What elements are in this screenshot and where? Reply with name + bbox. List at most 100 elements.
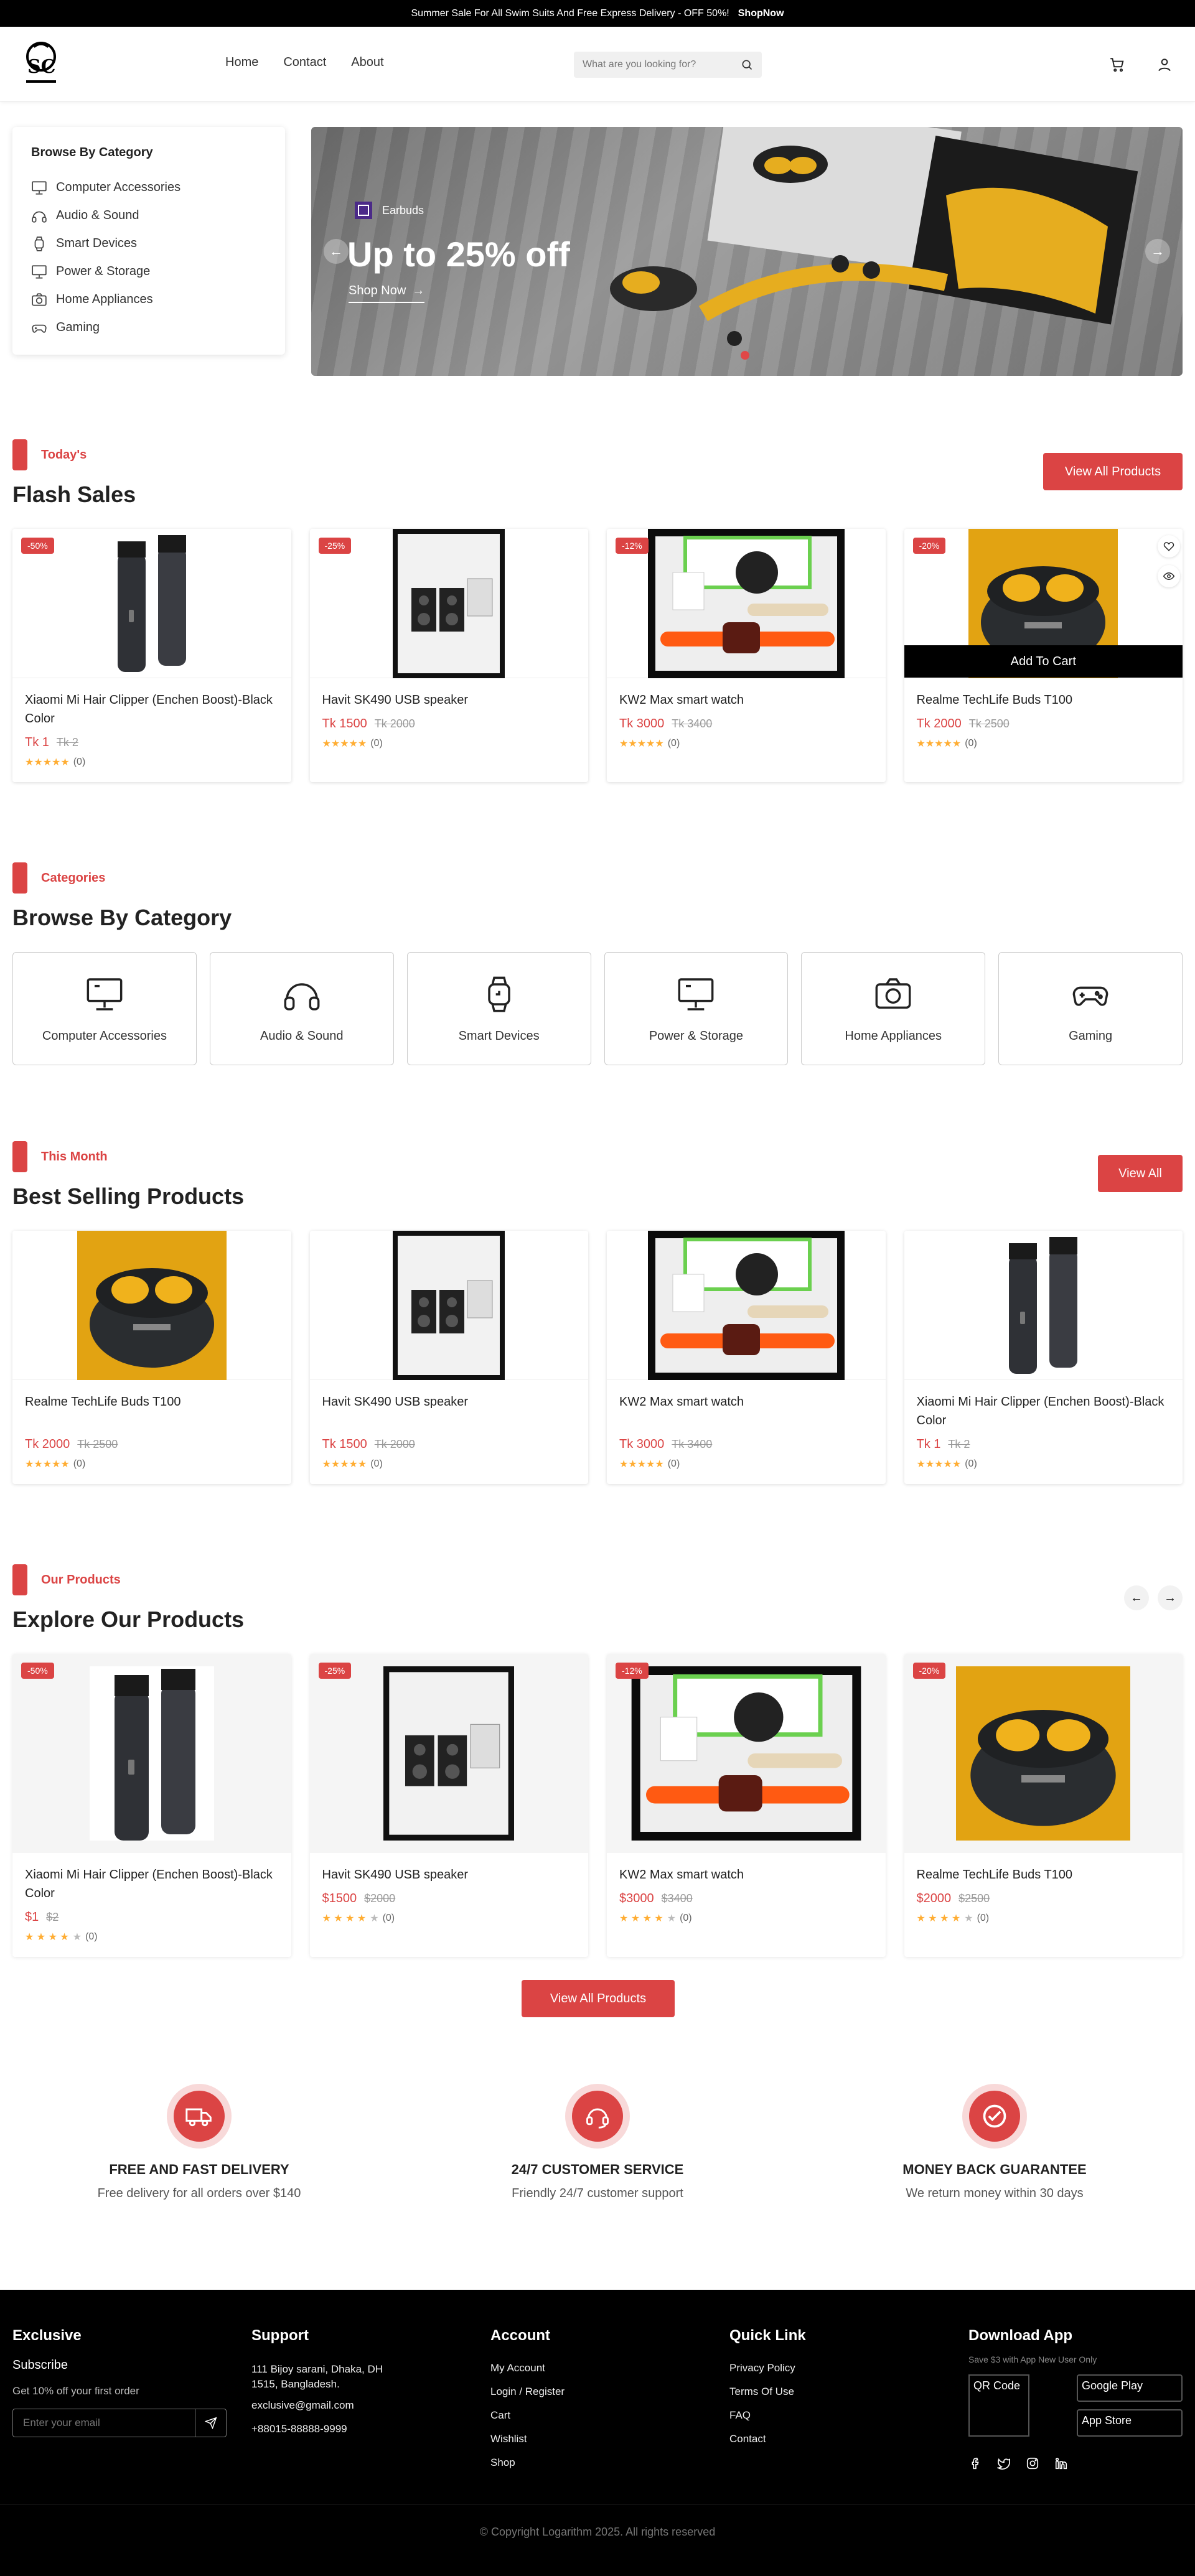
footer-link-contact[interactable]: Contact	[729, 2433, 806, 2445]
sidebar-item-computer[interactable]: Computer Accessories	[31, 174, 266, 202]
product-card[interactable]: -12% KW2 Max smart watch Tk 3000 Tk 3400 …	[607, 529, 886, 782]
headphones-icon	[284, 982, 320, 1010]
rating-count: (0)	[85, 1931, 98, 1942]
arrow-left-icon: ←	[329, 243, 343, 259]
nav-about[interactable]: About	[351, 55, 383, 70]
product-name[interactable]: Xiaomi Mi Hair Clipper (Enchen Boost)-Bl…	[25, 1865, 279, 1903]
shop-now-link[interactable]: ShopNow	[738, 8, 784, 19]
product-name[interactable]: KW2 Max smart watch	[619, 691, 873, 709]
search-input[interactable]	[583, 59, 732, 70]
category-card-smart[interactable]: Smart Devices	[406, 952, 591, 1065]
next-button[interactable]: →	[1158, 1585, 1183, 1610]
product-card[interactable]: Havit SK490 USB speaker Tk 1500 Tk 2000 ★…	[309, 1231, 588, 1484]
product-old-price: Tk 2	[56, 736, 78, 749]
feature-support: 24/7 CUSTOMER SERVICE Friendly 24/7 cust…	[411, 2091, 784, 2201]
product-card[interactable]: KW2 Max smart watch Tk 3000 Tk 3400 ★★★★★…	[607, 1231, 886, 1484]
shop-now-button[interactable]: Shop Now →	[349, 284, 425, 303]
email-input[interactable]	[23, 2417, 191, 2429]
rating-count: (0)	[370, 1458, 383, 1469]
product-price: Tk 1	[916, 1437, 941, 1451]
logo[interactable]: SC	[22, 40, 60, 86]
explore-title: Explore Our Products	[12, 1607, 245, 1632]
banner-prev-button[interactable]: ←	[324, 239, 349, 264]
site-footer: Exclusive Subscribe Get 10% off your fir…	[0, 2290, 1195, 2576]
category-card-power[interactable]: Power & Storage	[604, 952, 789, 1065]
product-card[interactable]: -50% Xiaomi Mi Hair Clipper (Enchen Boos…	[12, 1654, 291, 1957]
promo-topbar: Summer Sale For All Swim Suits And Free …	[0, 0, 1195, 27]
product-card[interactable]: -20% Realme TechLife Buds T100 $2000 $250…	[904, 1654, 1183, 1957]
product-card[interactable]: Xiaomi Mi Hair Clipper (Enchen Boost)-Bl…	[904, 1231, 1183, 1484]
footer-email[interactable]: exclusive@gmail.com	[251, 2399, 401, 2412]
product-card[interactable]: -25% Havit SK490 USB speaker $1500 $2000 …	[309, 1654, 588, 1957]
categories-tag-label: Categories	[41, 870, 106, 885]
wishlist-button[interactable]	[1158, 535, 1180, 558]
product-price: Tk 3000	[619, 1437, 665, 1451]
product-name[interactable]: KW2 Max smart watch	[619, 1393, 873, 1430]
send-button[interactable]	[195, 2409, 226, 2437]
product-name[interactable]: Havit SK490 USB speaker	[322, 691, 576, 709]
header-icons	[1109, 57, 1173, 73]
cart-icon[interactable]	[1109, 57, 1125, 73]
sidebar-item-gaming[interactable]: Gaming	[31, 314, 266, 342]
sidebar-item-label: Smart Devices	[56, 236, 138, 250]
carousel-dot-active[interactable]	[741, 351, 749, 360]
prev-button[interactable]: ←	[1124, 1585, 1149, 1610]
footer-phone[interactable]: +88015-88888-9999	[251, 2423, 401, 2435]
product-image: -20% Add To Cart	[904, 529, 1183, 678]
rating-stars: ★★★★★ (0)	[322, 1458, 383, 1470]
sidebar-item-power[interactable]: Power & Storage	[31, 258, 266, 286]
footer-link-cart[interactable]: Cart	[490, 2409, 565, 2422]
sidebar-item-home[interactable]: Home Appliances	[31, 286, 266, 314]
hero-banner[interactable]: Earbuds Up to 25% off Shop Now → ← →	[311, 127, 1183, 376]
heart-icon	[1163, 542, 1174, 551]
user-icon[interactable]	[1156, 57, 1173, 73]
footer-link-my-account[interactable]: My Account	[490, 2362, 565, 2374]
category-card-audio[interactable]: Audio & Sound	[209, 952, 394, 1065]
add-to-cart-button[interactable]: Add To Cart	[904, 645, 1183, 678]
nav-contact[interactable]: Contact	[283, 55, 326, 70]
product-card[interactable]: -20% Add To Cart Realme TechLife Buds T1…	[904, 529, 1183, 782]
footer-link-wishlist[interactable]: Wishlist	[490, 2433, 565, 2445]
product-name[interactable]: KW2 Max smart watch	[619, 1865, 873, 1884]
view-all-button[interactable]: View All	[1098, 1155, 1183, 1192]
product-card[interactable]: -50% Xiaomi Mi Hair Clipper (Enchen Boos…	[12, 529, 291, 782]
google-play-button[interactable]: Google Play	[1077, 2374, 1183, 2402]
product-name[interactable]: Havit SK490 USB speaker	[322, 1865, 576, 1884]
app-store-button[interactable]: App Store	[1077, 2409, 1183, 2437]
view-all-products-button[interactable]: View All Products	[522, 1980, 675, 2017]
product-name[interactable]: Realme TechLife Buds T100	[917, 691, 1171, 709]
banner-next-button[interactable]: →	[1145, 239, 1170, 264]
sidebar-item-smart[interactable]: Smart Devices	[31, 230, 266, 258]
rating-count: (0)	[977, 1913, 990, 1923]
facebook-icon[interactable]	[968, 2457, 982, 2470]
category-label: Power & Storage	[649, 1029, 744, 1043]
twitter-icon[interactable]	[997, 2457, 1011, 2470]
product-card[interactable]: -25% Havit SK490 USB speaker Tk 1500 Tk 2…	[309, 529, 588, 782]
product-name[interactable]: Xiaomi Mi Hair Clipper (Enchen Boost)-Bl…	[25, 691, 279, 728]
view-all-products-button[interactable]: View All Products	[1043, 453, 1183, 490]
product-name[interactable]: Xiaomi Mi Hair Clipper (Enchen Boost)-Bl…	[917, 1393, 1171, 1430]
category-card-computer[interactable]: Computer Accessories	[12, 952, 197, 1065]
search-icon[interactable]	[741, 58, 753, 71]
category-card-gaming[interactable]: Gaming	[998, 952, 1183, 1065]
product-old-price: Tk 2000	[374, 1438, 415, 1450]
brand-logo-icon	[355, 202, 372, 219]
product-name[interactable]: Realme TechLife Buds T100	[25, 1393, 279, 1430]
product-old-price: $2500	[958, 1892, 990, 1905]
sidebar-item-audio[interactable]: Audio & Sound	[31, 202, 266, 230]
nav-home[interactable]: Home	[225, 55, 258, 70]
product-name[interactable]: Havit SK490 USB speaker	[322, 1393, 576, 1430]
product-name[interactable]: Realme TechLife Buds T100	[917, 1865, 1171, 1884]
footer-link-privacy[interactable]: Privacy Policy	[729, 2362, 806, 2374]
product-card[interactable]: Realme TechLife Buds T100 Tk 2000 Tk 2500…	[12, 1231, 291, 1484]
product-old-price: $2000	[364, 1892, 396, 1905]
footer-link-login[interactable]: Login / Register	[490, 2386, 565, 2398]
quick-view-button[interactable]	[1158, 565, 1180, 587]
footer-link-faq[interactable]: FAQ	[729, 2409, 806, 2422]
footer-link-terms[interactable]: Terms Of Use	[729, 2386, 806, 2398]
instagram-icon[interactable]	[1026, 2457, 1039, 2470]
category-card-home[interactable]: Home Appliances	[801, 952, 986, 1065]
footer-link-shop[interactable]: Shop	[490, 2457, 565, 2469]
product-card[interactable]: -12% KW2 Max smart watch $3000 $3400 ★ ★ …	[607, 1654, 886, 1957]
linkedin-icon[interactable]	[1054, 2457, 1068, 2470]
